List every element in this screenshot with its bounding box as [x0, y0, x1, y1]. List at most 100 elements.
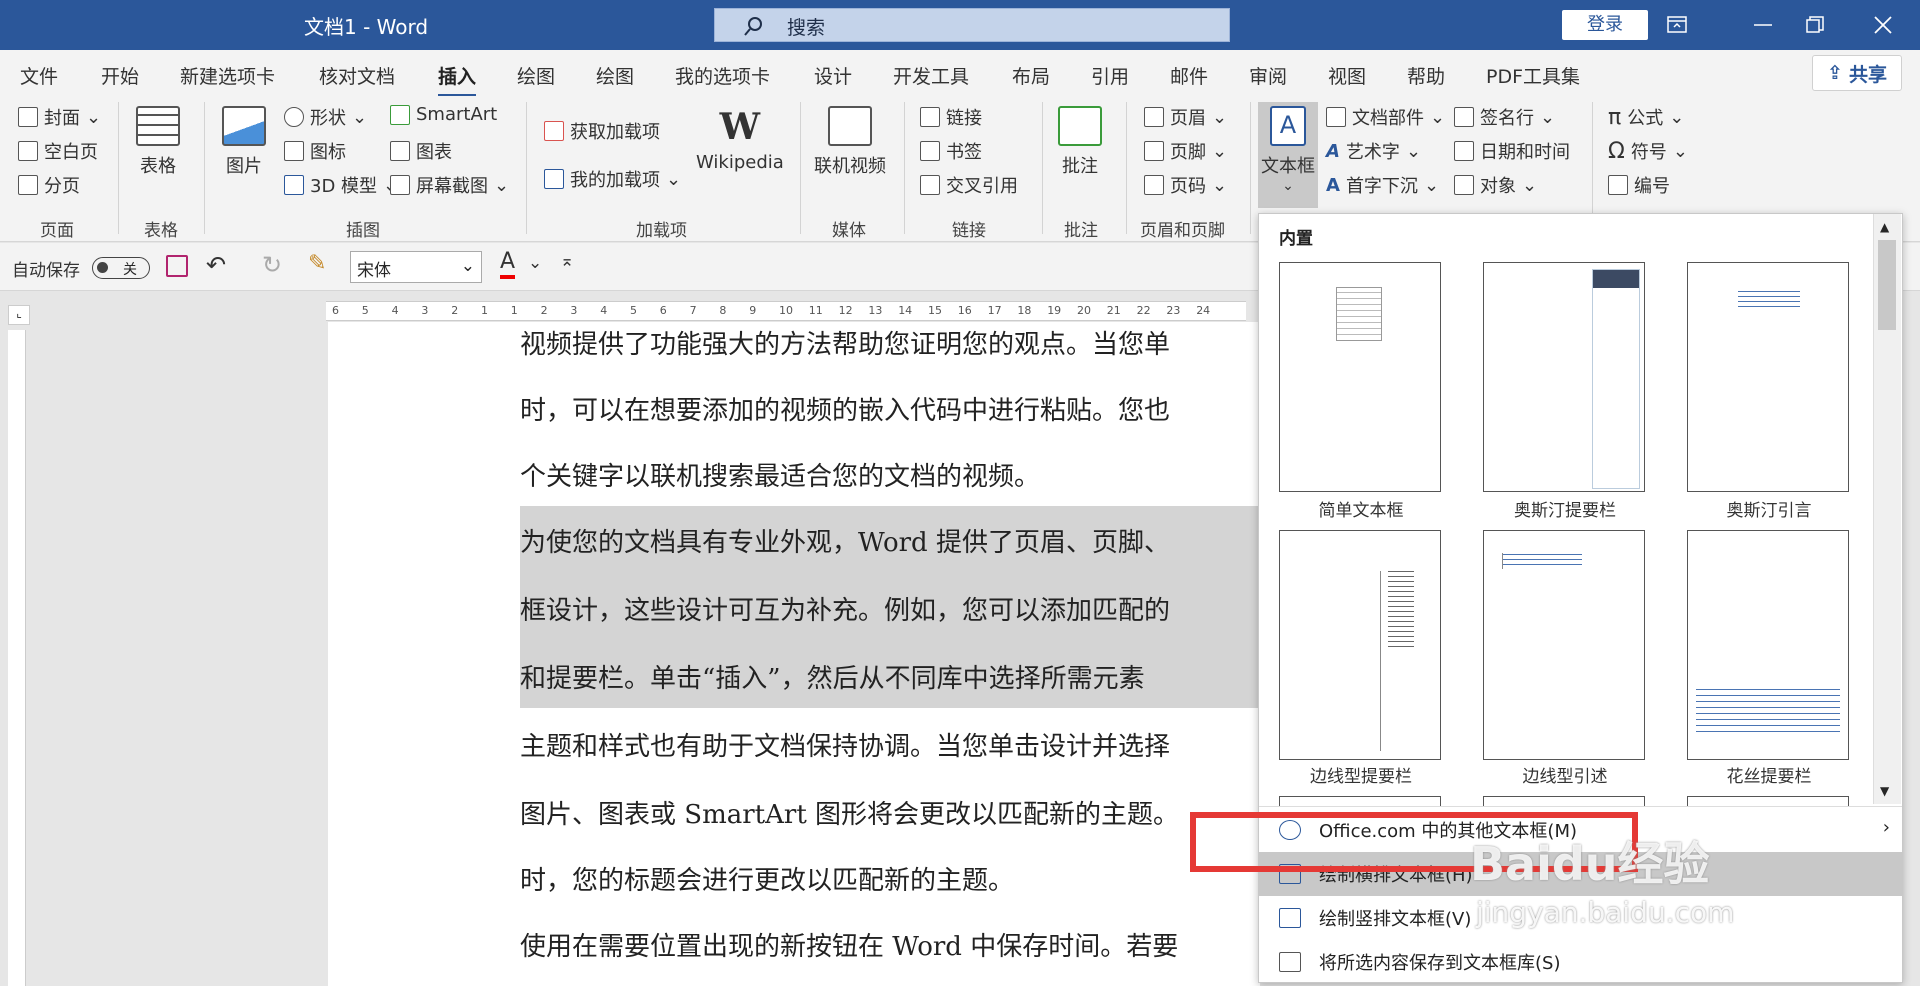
- tab-review[interactable]: 审阅: [1249, 62, 1287, 89]
- 3d-model-button[interactable]: 3D 模型⌄: [284, 172, 398, 198]
- page-break-button[interactable]: 分页: [18, 172, 80, 198]
- restore-icon[interactable]: [1792, 8, 1838, 42]
- horizontal-ruler[interactable]: 6 5 4 3 2 1 1 2 3 4 5 6 7 8 9 10 11 12 13 14 15 16 17 18 19 20 21 2…: [326, 301, 1246, 321]
- page-number-button[interactable]: 页码 ⌄: [1144, 172, 1227, 198]
- screenshot-button[interactable]: 屏幕截图 ⌄: [390, 172, 509, 198]
- doc-line[interactable]: 为使您的文档具有专业外观，Word 提供了页眉、页脚、: [520, 522, 1170, 559]
- font-name-select[interactable]: 宋体 ⌄: [350, 251, 482, 283]
- autosave-toggle[interactable]: 关: [92, 257, 150, 279]
- shapes-button[interactable]: 形状 ⌄: [284, 104, 367, 130]
- thumb-preview: [1696, 685, 1840, 737]
- comment-button[interactable]: 批注: [1058, 106, 1102, 178]
- picture-label: 图片: [226, 156, 262, 177]
- vertical-ruler[interactable]: [8, 330, 26, 986]
- drop-cap-button[interactable]: A 首字下沉 ⌄: [1326, 172, 1439, 198]
- signature-icon: [1454, 107, 1474, 127]
- tab-draw-1[interactable]: 绘图: [517, 62, 555, 89]
- tab-references[interactable]: 引用: [1091, 62, 1129, 89]
- thumb-sideline-sidebar[interactable]: [1279, 530, 1441, 760]
- object-button[interactable]: 对象 ⌄: [1454, 172, 1537, 198]
- chevron-down-icon: ⌄: [460, 256, 475, 276]
- tab-review-doc[interactable]: 核对文档: [319, 62, 395, 89]
- font-color-button[interactable]: A: [500, 249, 516, 279]
- online-video-button[interactable]: 联机视频: [814, 106, 886, 178]
- doc-line[interactable]: 时，可以在想要添加的视频的嵌入代码中进行粘贴。您也: [520, 390, 1170, 427]
- footer-button[interactable]: 页脚 ⌄: [1144, 138, 1227, 164]
- shapes-icon: [284, 107, 304, 127]
- tab-mailings[interactable]: 邮件: [1170, 62, 1208, 89]
- table-button[interactable]: 表格: [136, 106, 180, 178]
- gallery-scrollbar[interactable]: ▲ ▼: [1873, 214, 1901, 804]
- scroll-up-icon[interactable]: ▲: [1880, 220, 1889, 234]
- menu-save-selection[interactable]: 将所选内容保存到文本框库(S): [1259, 940, 1902, 984]
- equation-button[interactable]: π 公式 ⌄: [1608, 104, 1684, 130]
- scroll-down-icon[interactable]: ▼: [1880, 784, 1889, 798]
- date-time-button[interactable]: 日期和时间: [1454, 138, 1570, 164]
- doc-line[interactable]: 时，您的标题会进行更改以匹配新的主题。: [520, 860, 1014, 897]
- thumb-austin-quote[interactable]: [1687, 262, 1849, 492]
- thumb-austin-sidebar[interactable]: [1483, 262, 1645, 492]
- my-addins-button[interactable]: 我的加载项 ⌄: [544, 166, 681, 192]
- link-button[interactable]: 链接: [920, 104, 982, 130]
- ruler-number: 8: [719, 304, 727, 317]
- textbox-icon: A: [1270, 106, 1306, 146]
- quick-parts-button[interactable]: 文档部件 ⌄: [1326, 104, 1445, 130]
- doc-line[interactable]: 图片、图表或 SmartArt 图形将会更改以匹配新的主题。: [520, 794, 1179, 831]
- tab-view[interactable]: 视图: [1328, 62, 1366, 89]
- tab-new[interactable]: 新建选项卡: [180, 62, 275, 89]
- doc-line[interactable]: 使用在需要位置出现的新按钮在 Word 中保存时间。若要: [520, 926, 1178, 963]
- textbox-button[interactable]: A 文本框 ⌄: [1258, 102, 1318, 208]
- doc-line[interactable]: 和提要栏。单击“插入”，然后从不同库中选择所需元素: [520, 658, 1145, 695]
- tab-file[interactable]: 文件: [20, 62, 58, 89]
- login-button[interactable]: 登录: [1562, 10, 1648, 40]
- number-button[interactable]: 编号: [1608, 172, 1670, 198]
- wikipedia-button[interactable]: W Wikipedia: [696, 106, 784, 173]
- tab-insert[interactable]: 插入: [438, 62, 477, 97]
- minimize-icon[interactable]: [1740, 8, 1786, 42]
- undo-icon[interactable]: ↶: [206, 251, 226, 279]
- footer-icon: [1144, 141, 1164, 161]
- icons-button[interactable]: 图标: [284, 138, 346, 164]
- close-icon[interactable]: [1860, 8, 1906, 42]
- ruler-number: 3: [421, 304, 429, 317]
- cover-page-button[interactable]: 封面 ⌄: [18, 104, 101, 130]
- redo-icon[interactable]: ↻: [262, 251, 282, 279]
- tab-selector-icon[interactable]: ⌞: [8, 305, 30, 325]
- chart-button[interactable]: 图表: [390, 138, 452, 164]
- tab-layout[interactable]: 布局: [1012, 62, 1050, 89]
- header-button[interactable]: 页眉 ⌄: [1144, 104, 1227, 130]
- doc-line[interactable]: 主题和样式也有助于文档保持协调。当您单击设计并选择: [520, 726, 1170, 763]
- symbol-button[interactable]: Ω 符号 ⌄: [1608, 138, 1688, 164]
- cross-reference-button[interactable]: 交叉引用: [920, 172, 1018, 198]
- search-input[interactable]: 搜索: [714, 8, 1230, 42]
- save-icon[interactable]: [166, 255, 188, 277]
- ruler-number: 21: [1106, 304, 1121, 317]
- tab-home[interactable]: 开始: [101, 62, 139, 89]
- thumb-filigree-sidebar[interactable]: [1687, 530, 1849, 760]
- tab-design[interactable]: 设计: [814, 62, 852, 89]
- bookmark-button[interactable]: 书签: [920, 138, 982, 164]
- doc-line[interactable]: 个关键字以联机搜索最适合您的文档的视频。: [520, 456, 1040, 493]
- blank-page-button[interactable]: 空白页: [18, 138, 98, 164]
- customize-toolbar-icon[interactable]: ⌅: [560, 251, 574, 271]
- picture-button[interactable]: 图片: [222, 106, 266, 178]
- doc-line[interactable]: 框设计，这些设计可互为补充。例如，您可以添加匹配的: [520, 590, 1170, 627]
- tab-draw-2[interactable]: 绘图: [596, 62, 634, 89]
- chevron-down-icon[interactable]: ⌄: [528, 253, 542, 273]
- tab-my-tab[interactable]: 我的选项卡: [675, 62, 770, 89]
- signature-line-button[interactable]: 签名行 ⌄: [1454, 104, 1555, 130]
- thumb-sideline-quote[interactable]: [1483, 530, 1645, 760]
- tab-developer[interactable]: 开发工具: [893, 62, 969, 89]
- ribbon-display-icon[interactable]: [1654, 8, 1700, 42]
- quick-parts-icon: [1326, 107, 1346, 127]
- share-button[interactable]: ⇪ 共享: [1812, 55, 1902, 91]
- thumb-simple-textbox[interactable]: [1279, 262, 1441, 492]
- doc-line[interactable]: 视频提供了功能强大的方法帮助您证明您的观点。当您单: [520, 324, 1170, 361]
- scroll-thumb[interactable]: [1878, 240, 1896, 330]
- tab-help[interactable]: 帮助: [1407, 62, 1445, 89]
- tab-pdf[interactable]: PDF工具集: [1486, 62, 1580, 89]
- smartart-button[interactable]: SmartArt: [390, 104, 497, 125]
- get-addins-button[interactable]: 获取加载项: [544, 118, 660, 144]
- format-painter-icon[interactable]: ✎: [308, 251, 326, 276]
- wordart-button[interactable]: A 艺术字 ⌄: [1326, 138, 1421, 164]
